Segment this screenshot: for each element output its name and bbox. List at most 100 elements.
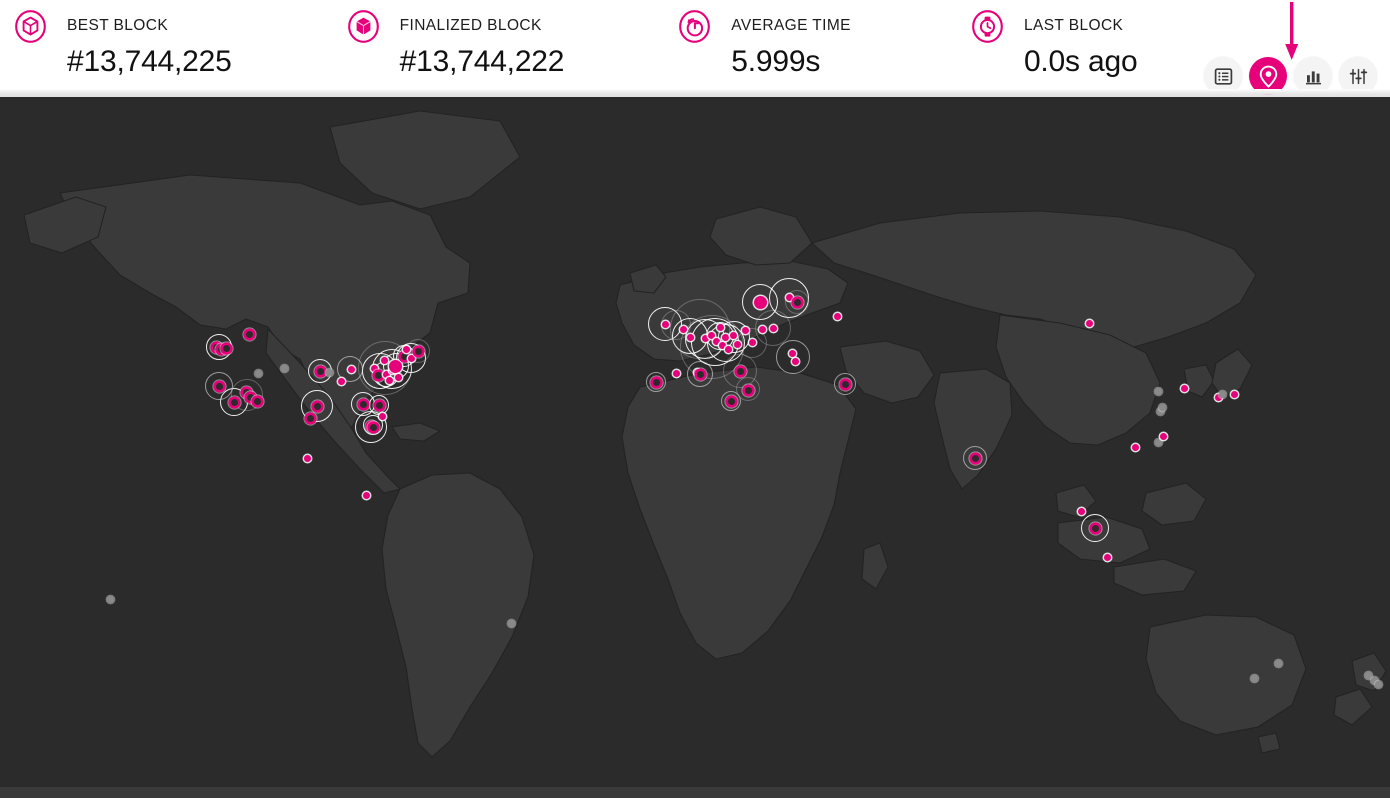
map-node-marker[interactable] bbox=[707, 331, 715, 339]
stat-value: #13,744,225 bbox=[67, 45, 232, 78]
map-node-marker[interactable] bbox=[375, 401, 383, 409]
map-node-marker[interactable] bbox=[1158, 403, 1166, 411]
map-node-marker[interactable] bbox=[306, 414, 314, 422]
map-node-marker[interactable] bbox=[788, 349, 796, 357]
map-node-marker[interactable] bbox=[1159, 432, 1167, 440]
map-node-marker[interactable] bbox=[388, 359, 402, 373]
stat-label: FINALIZED BLOCK bbox=[399, 17, 542, 34]
list-icon bbox=[1214, 67, 1233, 86]
stat-header: AVERAGE TIME bbox=[676, 7, 851, 45]
map-node-marker[interactable] bbox=[833, 312, 841, 320]
map-node-marker[interactable] bbox=[753, 295, 767, 309]
map-node-marker[interactable] bbox=[679, 325, 687, 333]
map-node-marker[interactable] bbox=[785, 293, 793, 301]
stat-header: LAST BLOCK bbox=[969, 7, 1138, 45]
map-node-marker[interactable] bbox=[1374, 680, 1382, 688]
map-node-marker[interactable] bbox=[106, 595, 114, 603]
node-pulse-ring bbox=[776, 340, 810, 374]
stat-value: 5.999s bbox=[731, 45, 821, 78]
map-node-marker[interactable] bbox=[280, 364, 288, 372]
map-node-marker[interactable] bbox=[1274, 659, 1282, 667]
map-node-marker[interactable] bbox=[758, 325, 766, 333]
map-node-marker[interactable] bbox=[1103, 553, 1111, 561]
stat-label: BEST BLOCK bbox=[67, 17, 169, 34]
map-node-marker[interactable] bbox=[362, 491, 370, 499]
map-node-marker[interactable] bbox=[400, 352, 408, 360]
map-node-marker[interactable] bbox=[1131, 443, 1139, 451]
map-node-marker[interactable] bbox=[385, 376, 393, 384]
map-node-marker[interactable] bbox=[736, 367, 744, 375]
map-node-marker[interactable] bbox=[303, 454, 311, 462]
telemetry-app: BEST BLOCK #13,744,225 FINALIZED BLOCK #… bbox=[0, 0, 1390, 798]
map-node-marker[interactable] bbox=[1230, 390, 1238, 398]
map-node-marker[interactable] bbox=[733, 340, 741, 348]
map-node-marker[interactable] bbox=[394, 373, 402, 381]
nav-map-button[interactable] bbox=[1249, 57, 1287, 95]
map-node-marker[interactable] bbox=[741, 326, 749, 334]
stat-header: BEST BLOCK bbox=[12, 7, 232, 45]
map-node-marker[interactable] bbox=[716, 323, 724, 331]
stat-last-block: LAST BLOCK 0.0s ago bbox=[969, 7, 1138, 81]
map-node-marker[interactable] bbox=[661, 320, 669, 328]
map-node-marker[interactable] bbox=[841, 380, 849, 388]
map-node-marker[interactable] bbox=[1085, 319, 1093, 327]
map-node-marker[interactable] bbox=[971, 454, 979, 462]
map-node-marker[interactable] bbox=[246, 393, 254, 401]
map-node-marker[interactable] bbox=[791, 357, 799, 365]
map-node-marker[interactable] bbox=[793, 298, 801, 306]
map-node-marker[interactable] bbox=[253, 397, 261, 405]
stat-best-block: BEST BLOCK #13,744,225 bbox=[12, 7, 232, 81]
map-node-marker[interactable] bbox=[1077, 507, 1085, 515]
nav-list-button[interactable] bbox=[1204, 57, 1242, 95]
map-node-marker[interactable] bbox=[696, 370, 704, 378]
map-node-marker[interactable] bbox=[1364, 671, 1372, 679]
map-node-marker[interactable] bbox=[729, 331, 737, 339]
map-node-marker[interactable] bbox=[230, 398, 238, 406]
map-node-marker[interactable] bbox=[1180, 384, 1188, 392]
map-node-marker[interactable] bbox=[380, 356, 388, 364]
map-node-marker[interactable] bbox=[672, 369, 680, 377]
nav-settings-button[interactable] bbox=[1339, 57, 1377, 95]
map-node-marker[interactable] bbox=[1154, 387, 1162, 395]
map-node-marker[interactable] bbox=[727, 397, 735, 405]
node-layer bbox=[0, 97, 1390, 798]
map-node-marker[interactable] bbox=[721, 333, 729, 341]
map-node-marker[interactable] bbox=[1154, 438, 1162, 446]
map-node-marker[interactable] bbox=[245, 330, 253, 338]
map-node-marker[interactable] bbox=[337, 377, 345, 385]
map-node-marker[interactable] bbox=[507, 619, 515, 627]
map-node-marker[interactable] bbox=[370, 364, 378, 372]
map-node-marker[interactable] bbox=[748, 338, 756, 346]
map-node-marker[interactable] bbox=[215, 382, 223, 390]
map-node-marker[interactable] bbox=[378, 412, 386, 420]
map-node-marker[interactable] bbox=[369, 423, 377, 431]
map-node-marker[interactable] bbox=[1091, 524, 1099, 532]
map-node-marker[interactable] bbox=[325, 368, 333, 376]
map-node-marker[interactable] bbox=[652, 378, 660, 386]
map-pin-icon bbox=[1258, 65, 1279, 88]
cube-filled-icon bbox=[345, 7, 382, 45]
map-node-marker[interactable] bbox=[414, 347, 422, 355]
map-node-marker[interactable] bbox=[347, 365, 355, 373]
view-switcher bbox=[1204, 57, 1377, 95]
stat-header: FINALIZED BLOCK bbox=[345, 7, 565, 45]
map-node-marker[interactable] bbox=[359, 400, 367, 408]
map-node-marker[interactable] bbox=[744, 386, 752, 394]
map-node-marker[interactable] bbox=[316, 367, 324, 375]
stat-value: #13,744,222 bbox=[399, 45, 565, 78]
map-node-marker[interactable] bbox=[407, 354, 415, 362]
map-node-marker[interactable] bbox=[1218, 390, 1226, 398]
map-node-marker[interactable] bbox=[313, 402, 321, 410]
map-node-marker[interactable] bbox=[254, 369, 262, 377]
nav-stats-button[interactable] bbox=[1294, 57, 1332, 95]
map-node-marker[interactable] bbox=[1250, 674, 1258, 682]
map-node-marker[interactable] bbox=[724, 345, 732, 353]
map-node-marker[interactable] bbox=[402, 345, 410, 353]
map-node-marker[interactable] bbox=[374, 371, 382, 379]
annotation-arrow-down-icon bbox=[1284, 2, 1300, 64]
map-node-marker[interactable] bbox=[686, 333, 694, 341]
map-node-marker[interactable] bbox=[222, 344, 230, 352]
node-map[interactable] bbox=[0, 97, 1390, 798]
stat-cards: BEST BLOCK #13,744,225 FINALIZED BLOCK #… bbox=[0, 0, 1138, 81]
map-node-marker[interactable] bbox=[769, 324, 777, 332]
